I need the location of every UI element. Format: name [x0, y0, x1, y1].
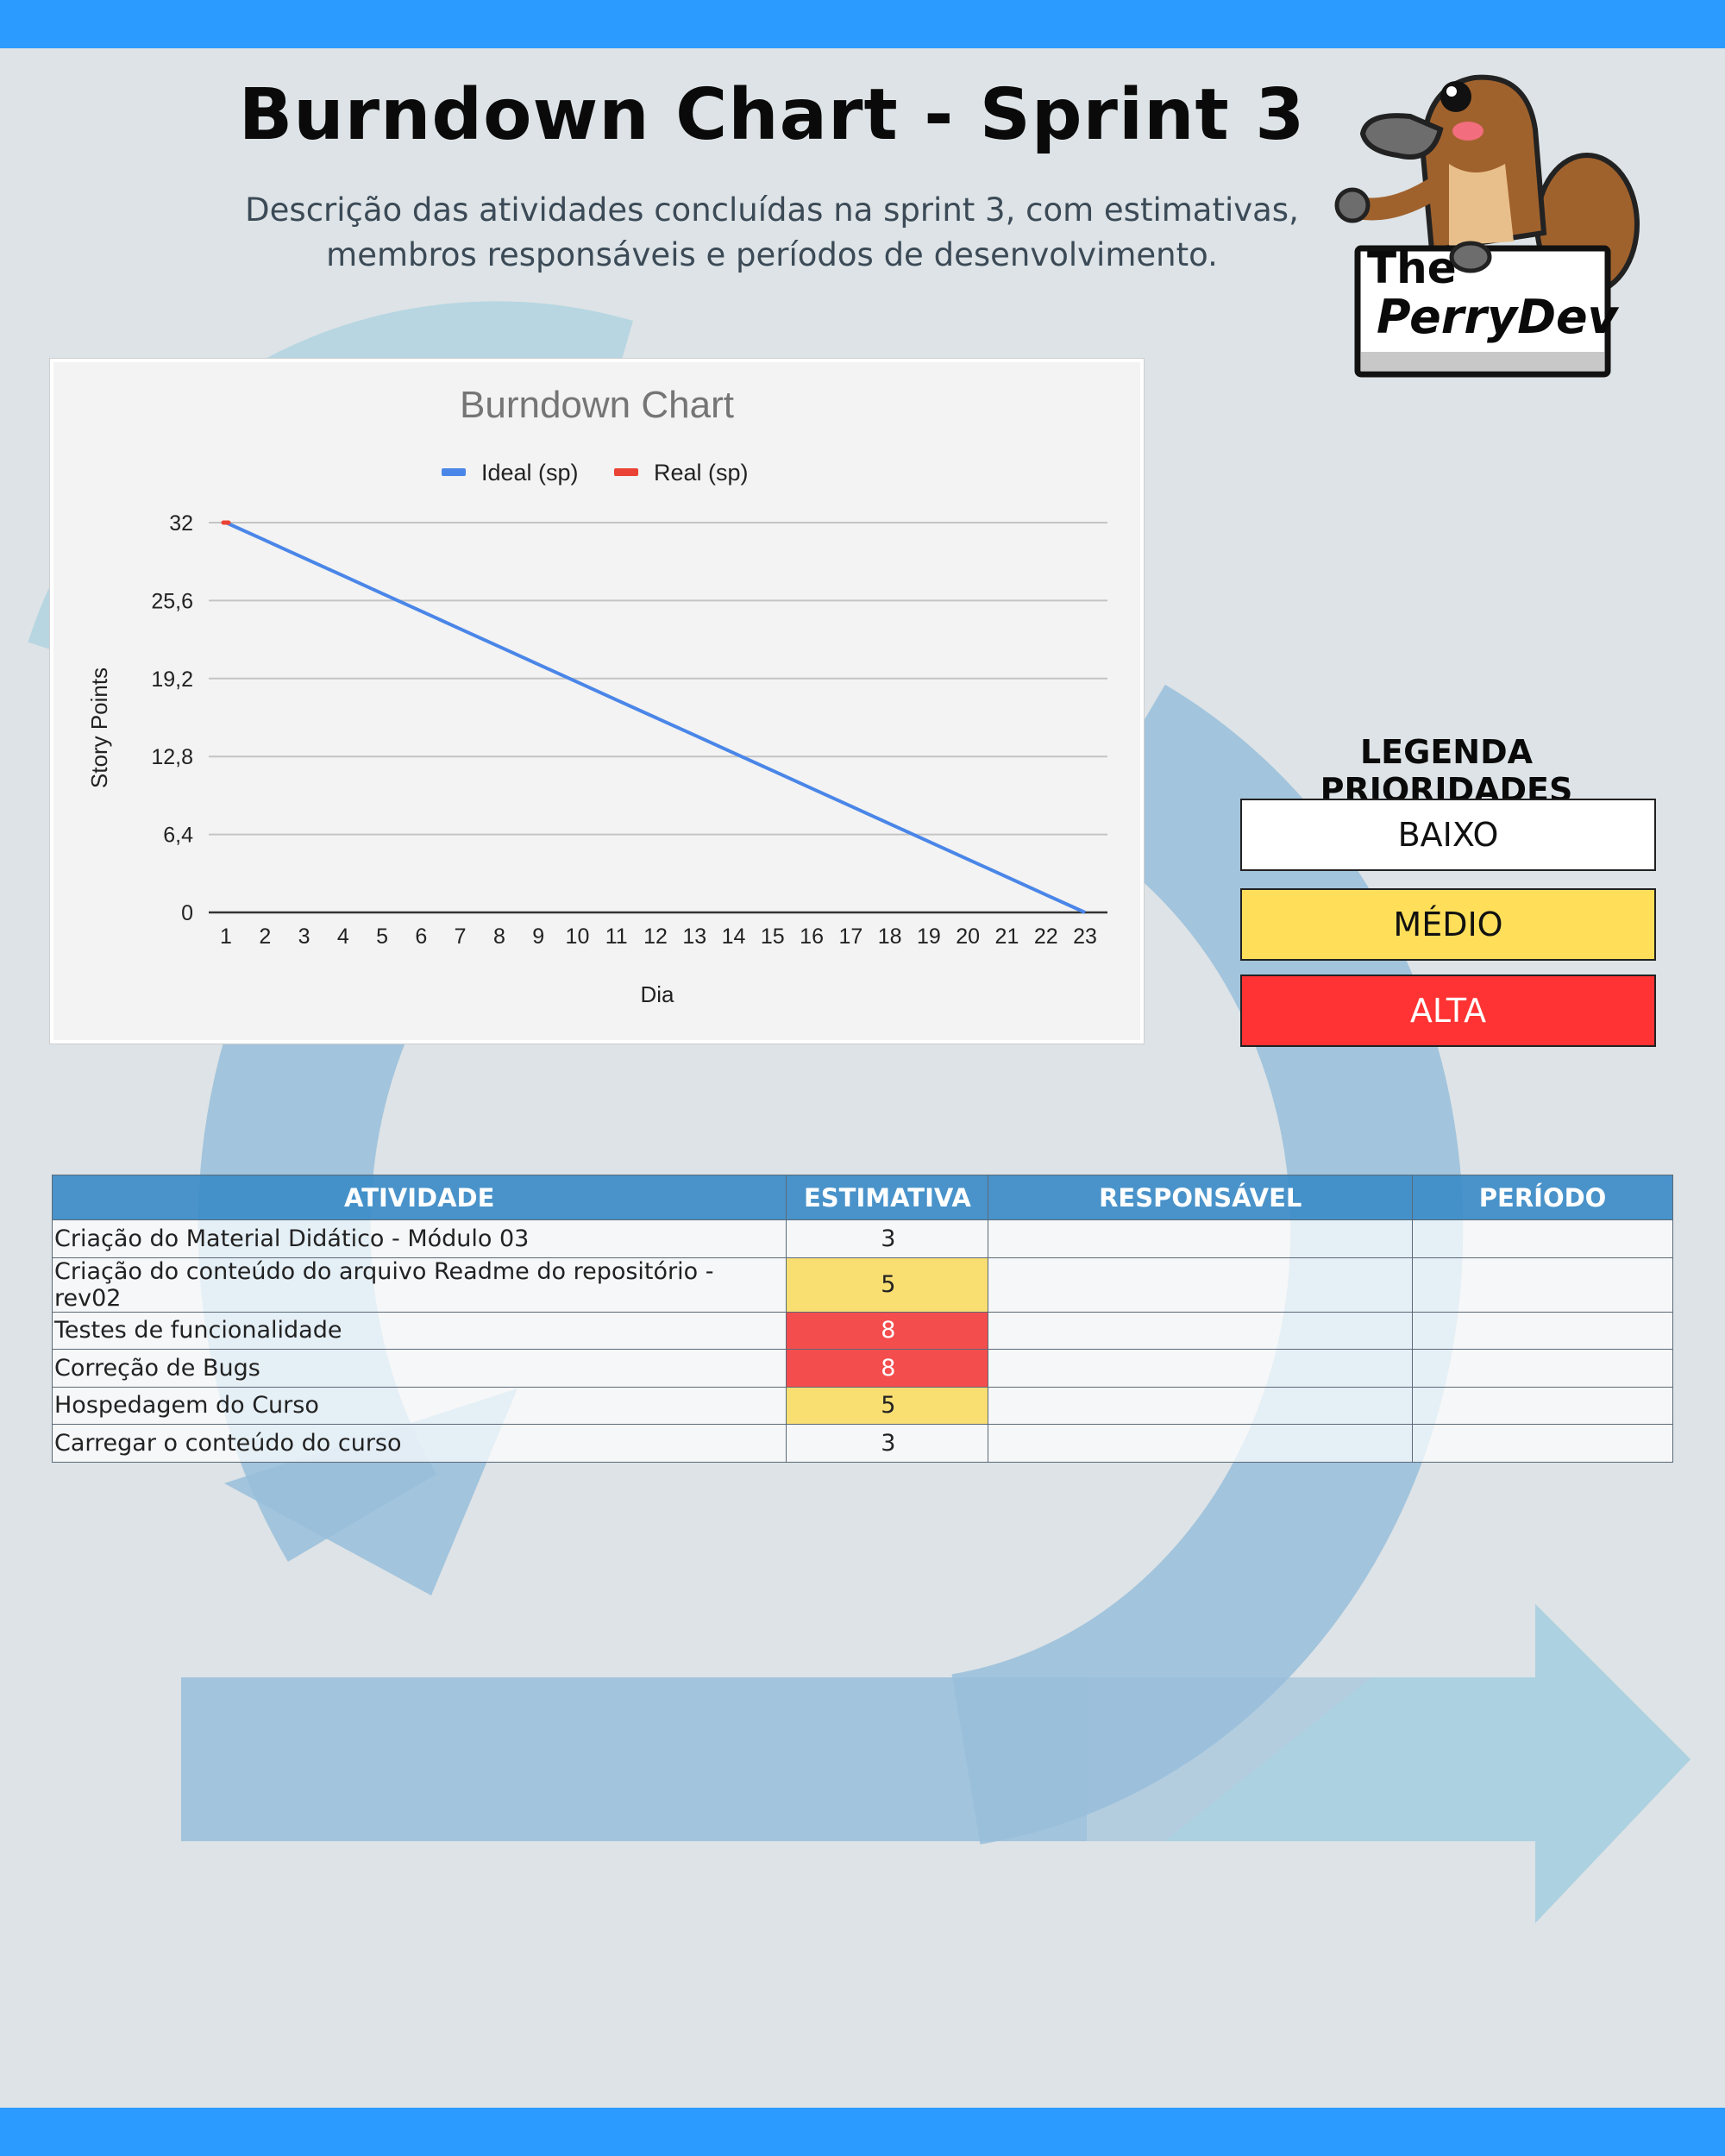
estimate-cell: 5 [786, 1257, 989, 1313]
y-tick-label: 25,6 [151, 589, 193, 613]
estimate-cell: 8 [786, 1311, 989, 1350]
period-cell [1412, 1311, 1673, 1350]
period-cell [1412, 1349, 1673, 1388]
x-tick-label: 13 [682, 924, 706, 949]
x-tick-label: 22 [1034, 924, 1058, 949]
y-tick-label: 12,8 [151, 745, 193, 769]
page-subtitle: Descrição das atividades concluídas na s… [233, 188, 1311, 278]
burndown-chart: Burndown Chart Ideal (sp) Real (sp) 0 6,4 1… [86, 384, 1107, 1007]
x-tick-label: 19 [917, 924, 941, 949]
table-row: Criação do conteúdo do arquivo Readme do… [51, 1257, 1673, 1313]
priority-legend-title: LEGENDA PRIORIDADES [1320, 733, 1573, 809]
x-tick-label: 7 [455, 924, 467, 949]
subtitle-line-1: Descrição das atividades concluídas na s… [245, 191, 1299, 229]
x-tick-label: 21 [995, 924, 1019, 949]
legend-swatch [614, 468, 638, 476]
responsible-cell [988, 1386, 1414, 1425]
activity-cell: Correção de Bugs [51, 1349, 787, 1388]
x-axis-label: Dia [640, 981, 674, 1007]
priority-high-box: ALTA [1240, 975, 1656, 1047]
x-tick-label: 2 [259, 924, 271, 949]
chart-legend: Ideal (sp) Real (sp) [442, 460, 749, 486]
activity-cell: Testes de funcionalidade [51, 1311, 787, 1350]
activity-cell: Carregar o conteúdo do curso [51, 1424, 787, 1463]
x-tick-label: 12 [643, 924, 668, 949]
x-tick-label: 10 [566, 924, 590, 949]
activity-cell: Criação do Material Didático - Módulo 03 [51, 1219, 787, 1258]
x-tick-label: 11 [605, 924, 628, 949]
x-tick-label: 8 [493, 924, 505, 949]
legend-label: Ideal (sp) [481, 460, 579, 486]
column-header-period: PERÍODO [1412, 1175, 1673, 1220]
logo-text-perrydev: PerryDev [1377, 290, 1618, 344]
series-line-ideal [225, 521, 1086, 914]
responsible-cell [988, 1219, 1414, 1258]
table-row: Carregar o conteúdo do curso 3 [51, 1424, 1673, 1463]
y-tick-label: 19,2 [151, 667, 193, 692]
x-tick-label: 15 [761, 924, 785, 949]
x-tick-label: 18 [878, 924, 902, 949]
x-tick-label: 3 [298, 924, 310, 949]
x-tick-label: 5 [376, 924, 388, 949]
responsible-cell [988, 1311, 1414, 1350]
estimate-cell: 5 [786, 1386, 989, 1425]
activity-cell: Hospedagem do Curso [51, 1386, 787, 1425]
table-row: Hospedagem do Curso 5 [51, 1386, 1673, 1425]
x-axis-ticks: 1 2 3 4 5 6 7 8 9 10 11 12 13 14 15 16 17 18 19 20 21 22 23 [220, 924, 1097, 949]
x-tick-label: 14 [722, 924, 746, 949]
burndown-chart-panel: Burndown Chart Ideal (sp) Real (sp) 0 6,4 1… [49, 358, 1145, 1044]
table-row: Testes de funcionalidade 8 [51, 1311, 1673, 1350]
responsible-cell [988, 1424, 1414, 1463]
column-header-estimate: ESTIMATIVA [786, 1175, 989, 1220]
legend-swatch [442, 468, 466, 476]
x-tick-label: 6 [415, 924, 427, 949]
priority-low-box: BAIXO [1240, 799, 1656, 871]
period-cell [1412, 1257, 1673, 1313]
logo-text-the: The [1367, 243, 1457, 293]
legend-label: Real (sp) [654, 460, 749, 486]
priority-medium-box: MÉDIO [1240, 888, 1656, 961]
y-axis-ticks: 0 6,4 12,8 19,2 25,6 32 [151, 511, 193, 925]
table-row: Correção de Bugs 8 [51, 1349, 1673, 1388]
responsible-cell [988, 1257, 1414, 1313]
bottom-bar [0, 2108, 1725, 2156]
column-header-responsible: RESPONSÁVEL [988, 1175, 1414, 1220]
y-tick-label: 6,4 [163, 824, 193, 848]
x-tick-label: 1 [220, 924, 232, 949]
estimate-cell: 3 [786, 1424, 989, 1463]
x-tick-label: 17 [838, 924, 862, 949]
x-tick-label: 9 [532, 924, 544, 949]
x-tick-label: 4 [337, 924, 349, 949]
estimate-cell: 3 [786, 1219, 989, 1258]
period-cell [1412, 1386, 1673, 1425]
subtitle-line-2: membros responsáveis e períodos de desen… [326, 236, 1218, 273]
activity-cell: Criação do conteúdo do arquivo Readme do… [51, 1257, 787, 1313]
y-tick-label: 0 [181, 901, 193, 925]
table-row: Criação do Material Didático - Módulo 03… [51, 1219, 1673, 1258]
period-cell [1412, 1219, 1673, 1258]
y-tick-label: 32 [169, 511, 193, 536]
responsible-cell [988, 1349, 1414, 1388]
activities-table: ATIVIDADE ESTIMATIVA RESPONSÁVEL PERÍODO… [51, 1175, 1673, 1463]
y-axis-label: Story Points [86, 667, 112, 788]
chart-series [221, 520, 1086, 914]
page-title: Burndown Chart - Sprint 3 [238, 74, 1306, 156]
chart-title: Burndown Chart [460, 384, 734, 426]
x-tick-label: 23 [1073, 924, 1097, 949]
table-header-row: ATIVIDADE ESTIMATIVA RESPONSÁVEL PERÍODO [51, 1175, 1673, 1220]
x-tick-label: 16 [800, 924, 824, 949]
estimate-cell: 8 [786, 1349, 989, 1388]
column-header-activity: ATIVIDADE [51, 1175, 787, 1220]
period-cell [1412, 1424, 1673, 1463]
x-tick-label: 20 [956, 924, 980, 949]
